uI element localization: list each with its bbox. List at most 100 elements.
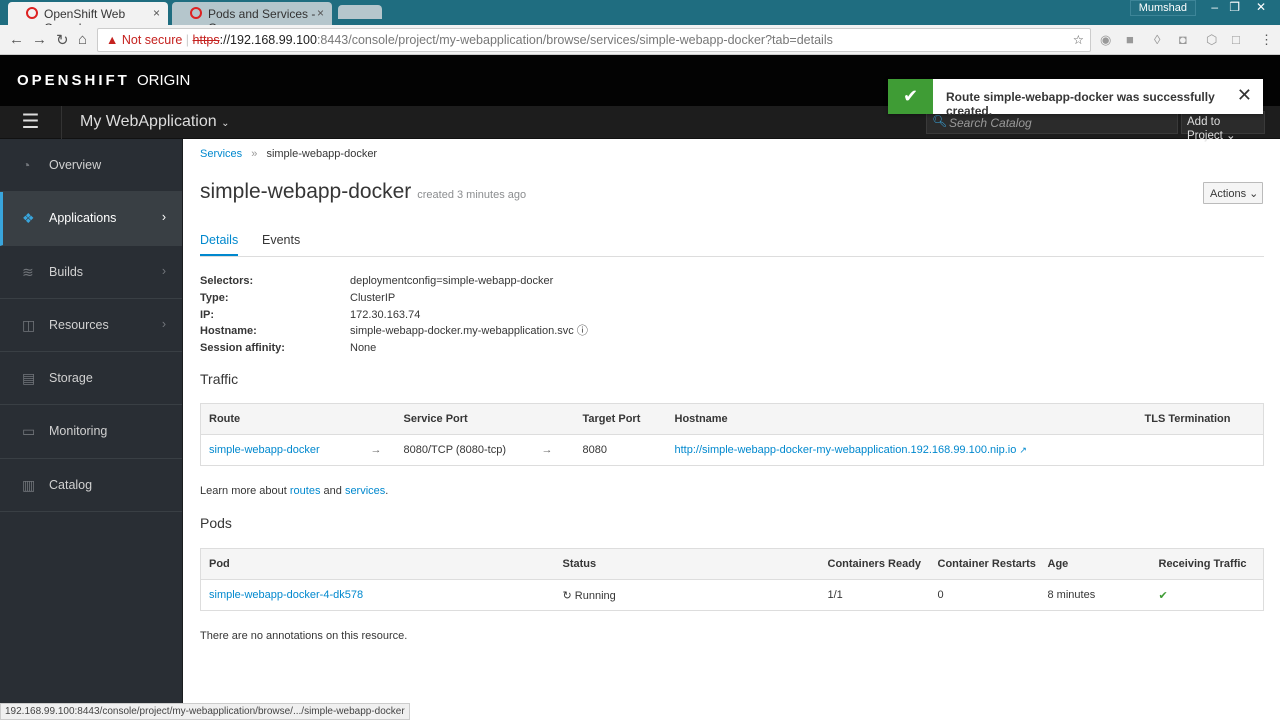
url-host: ://192.168.99.100 — [219, 33, 317, 47]
pod-status: Running — [574, 589, 616, 602]
extension-icon[interactable]: ■ — [1126, 32, 1134, 47]
column-header: Age — [1039, 548, 1151, 580]
sidebar-item-label: Overview — [49, 158, 102, 172]
sidebar-item-label: Resources — [49, 317, 109, 332]
browser-tab-active[interactable]: OpenShift Web Console× — [8, 2, 168, 35]
external-link-icon: ↗ — [1019, 445, 1027, 455]
actions-button[interactable]: Actions ⌄ — [1203, 182, 1263, 204]
star-icon[interactable]: ☆ — [1073, 32, 1084, 47]
search-placeholder: Search Catalog — [949, 116, 1032, 130]
camera-icon[interactable]: ◘ — [1179, 32, 1187, 47]
sidebar-item-resources[interactable]: ◫ Resources › — [0, 299, 182, 353]
chevron-down-icon: ⌄ — [221, 118, 230, 129]
sidebar-item-applications[interactable]: ❖ Applications › — [0, 192, 182, 246]
table-row: simple-webapp-docker-4-dk578 ↻ Running 1… — [200, 579, 1264, 611]
address-bar-row: ← → ↻ ⌂ ▲ Not secure | https://192.168.9… — [0, 25, 1280, 55]
pods-table: Pod Status Containers Ready Container Re… — [200, 548, 1264, 611]
home-icon[interactable]: ⌂ — [78, 31, 87, 48]
restore-icon[interactable]: ❐ — [1229, 0, 1240, 14]
containers-ready: 1/1 — [819, 579, 930, 611]
menu-icon[interactable]: ⋮ — [1260, 32, 1273, 48]
back-icon[interactable]: ← — [9, 31, 24, 48]
resources-icon: ◫ — [22, 316, 36, 333]
sidebar: ◔ Overview ❖ Applications › ≋ Builds › ◫ Resou… — [0, 139, 183, 720]
sidebar-item-catalog[interactable]: ▥ Catalog — [0, 459, 182, 513]
pod-link[interactable]: simple-webapp-docker-4-dk578 — [209, 589, 363, 601]
extension-icon[interactable]: □ — [1232, 32, 1240, 47]
reload-icon[interactable]: ↻ — [56, 31, 69, 49]
extension-icon[interactable]: ⬡ — [1206, 32, 1217, 48]
detail-key: Hostname: — [200, 325, 257, 338]
breadcrumb: Services » simple-webapp-docker — [200, 148, 378, 160]
arrow-icon: → — [370, 444, 382, 456]
close-tab-icon[interactable]: × — [153, 6, 160, 20]
detail-key: Session affinity: — [200, 342, 285, 355]
traffic-table: Route Service Port Target Port Hostname … — [200, 403, 1264, 466]
status-bar-url: 192.168.99.100:8443/console/project/my-w… — [0, 703, 410, 720]
route-link[interactable]: simple-webapp-docker — [209, 444, 320, 456]
close-tab-icon[interactable]: × — [317, 6, 324, 20]
route-cell: simple-webapp-docker → — [200, 434, 396, 466]
close-window-icon[interactable]: ✕ — [1256, 0, 1266, 14]
breadcrumb-services-link[interactable]: Services — [200, 148, 242, 160]
sidebar-item-storage[interactable]: ▤ Storage — [0, 352, 182, 406]
extension-icon[interactable]: ◉ — [1100, 32, 1111, 48]
table-row: simple-webapp-docker → 8080/TCP (8080-tcp… — [200, 434, 1264, 466]
created-time: created 3 minutes ago — [417, 189, 527, 201]
toast-message: Route simple-webapp-docker was successfu… — [946, 90, 1215, 118]
routes-link[interactable]: routes — [290, 485, 321, 497]
hostname-link[interactable]: http://simple-webapp-docker-my-webapplic… — [675, 444, 1017, 456]
tab-events[interactable]: Events — [262, 233, 300, 254]
service-port-cell: 8080/TCP (8080-tcp) → — [395, 434, 575, 466]
minimize-icon[interactable]: – — [1211, 0, 1218, 14]
column-header: Route — [200, 403, 396, 435]
book-icon: ▥ — [22, 476, 36, 493]
detail-tabs: Details Events — [200, 233, 1264, 257]
column-header: Target Port — [574, 403, 667, 435]
profile-name[interactable]: Mumshad — [1129, 0, 1196, 16]
close-icon[interactable]: ✕ — [1237, 85, 1252, 106]
brand-logo: OPENSHIFT ORIGIN — [17, 72, 190, 89]
browser-tab[interactable]: Pods and Services - Core× — [172, 2, 332, 35]
hamburger-menu-icon[interactable]: ☰ — [0, 106, 62, 139]
column-header: Service Port — [395, 403, 575, 435]
check-circle-icon: ✔ — [888, 79, 933, 114]
url-input[interactable]: ▲ Not secure | https://192.168.99.100:84… — [97, 28, 1091, 52]
hostname-cell: http://simple-webapp-docker-my-webapplic… — [666, 434, 1137, 466]
database-icon: ▤ — [22, 370, 36, 387]
column-header: Container Restarts — [929, 548, 1040, 580]
learn-more-text: Learn more about routes and services. — [200, 485, 388, 497]
service-port: 8080/TCP (8080-tcp) — [403, 444, 507, 456]
status-cell: ↻ Running — [554, 579, 820, 611]
project-name: My WebApplication — [80, 113, 217, 130]
actions-label: Actions — [1210, 188, 1247, 200]
url-scheme: https — [192, 33, 220, 47]
container-restarts: 0 — [929, 579, 1040, 611]
learn-pre: Learn more about — [200, 485, 290, 497]
target-port: 8080 — [574, 434, 667, 466]
check-icon: ✔ — [1150, 579, 1264, 611]
tab-details[interactable]: Details — [200, 233, 239, 256]
detail-value: simple-webapp-docker.my-webapplication.s… — [350, 323, 588, 340]
new-tab-button[interactable] — [338, 5, 382, 19]
not-secure-label[interactable]: Not secure — [122, 33, 182, 47]
cubes-icon: ❖ — [22, 210, 35, 227]
browser-tabstrip: OpenShift Web Console× Pods and Services… — [0, 0, 1280, 35]
sidebar-item-builds[interactable]: ≋ Builds › — [0, 246, 182, 299]
forward-icon[interactable]: → — [32, 31, 47, 48]
extension-icon[interactable]: ◊ — [1154, 32, 1160, 47]
brand-light: ORIGIN — [137, 72, 191, 89]
arrow-icon: → — [541, 444, 553, 456]
detail-key: Selectors: — [200, 275, 254, 287]
sidebar-item-label: Storage — [49, 371, 93, 386]
table-header-row: Pod Status Containers Ready Container Re… — [200, 548, 1264, 580]
sidebar-item-overview[interactable]: ◔ Overview — [0, 139, 182, 193]
openshift-logo-icon — [26, 7, 38, 19]
add-to-project-label: Add to Project — [1187, 116, 1223, 142]
sidebar-item-monitoring[interactable]: ▭ Monitoring — [0, 405, 182, 459]
project-selector[interactable]: My WebApplication ⌄ — [80, 113, 230, 131]
column-header: Pod — [200, 548, 555, 580]
services-link[interactable]: services — [345, 485, 385, 497]
info-icon[interactable]: ⓘ — [577, 325, 588, 337]
column-header: Receiving Traffic — [1150, 548, 1264, 580]
